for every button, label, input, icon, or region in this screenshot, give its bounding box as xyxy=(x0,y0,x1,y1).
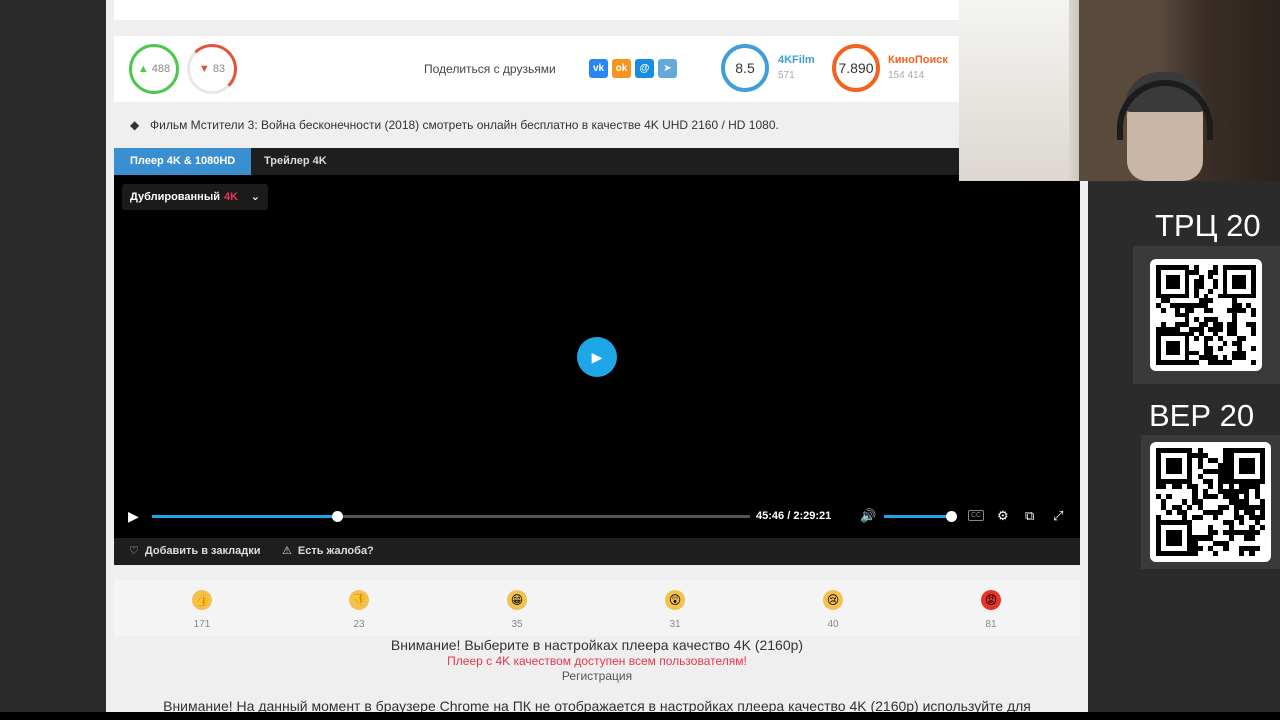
warning-icon: ⚠ xyxy=(282,545,292,557)
video-player[interactable]: Дублированный 4K ⌄ ▶ ▶ 45:46 / 2:29:21 🔊 … xyxy=(114,175,1080,538)
qr-code-2[interactable] xyxy=(1150,442,1271,562)
player-tabs: Плеер 4K & 1080HD Трейлер 4K xyxy=(114,148,1080,175)
share-label: Поделиться с друзьями xyxy=(424,62,556,76)
laughing-face-icon: 😁 xyxy=(507,590,527,610)
play-button[interactable]: ▶ xyxy=(128,508,139,525)
quality-hint: Внимание! Выберите в настройках плеера к… xyxy=(390,637,804,653)
chevron-down-icon: ⌄ xyxy=(250,191,260,203)
reaction-count: 23 xyxy=(353,619,365,630)
ok-share-button[interactable]: ok xyxy=(612,59,631,78)
chrome-warning: Внимание! На данный момент в браузере Ch… xyxy=(163,698,1031,712)
reaction-dislike[interactable]: 👎 23 xyxy=(339,590,379,630)
progress-bar[interactable] xyxy=(152,511,750,522)
reaction-angry[interactable]: 😡 81 xyxy=(971,590,1011,630)
reaction-laugh[interactable]: 😁 35 xyxy=(497,590,537,630)
reaction-sad[interactable]: 😢 40 xyxy=(813,590,853,630)
like-button[interactable]: ▲ 488 xyxy=(129,44,179,94)
qr-code-1[interactable] xyxy=(1150,259,1262,371)
popout-icon[interactable]: ⧉ xyxy=(1025,508,1034,524)
availability-notice: Плеер с 4K качеством доступен всем польз… xyxy=(447,654,747,668)
reaction-shock[interactable]: 😲 31 xyxy=(655,590,695,630)
volume-fill xyxy=(884,515,952,518)
tags-bar: ◆ Фильм Мстители 3: Война бесконечности … xyxy=(114,104,1080,146)
complaint-button[interactable]: ⚠ Есть жалоба? xyxy=(282,538,374,565)
qr-pattern-1 xyxy=(1156,265,1256,365)
heart-icon: ♡ xyxy=(129,545,139,557)
vk-icon: vk xyxy=(592,63,605,74)
captions-icon[interactable]: CC xyxy=(968,510,984,521)
telegram-share-button[interactable]: ➤ xyxy=(658,59,677,78)
dislikes-count: 83 xyxy=(212,63,226,75)
previous-card-edge xyxy=(114,0,1080,20)
sad-face-icon: 😢 xyxy=(823,590,843,610)
page-content: ▲ 488 ▼ 83 Поделиться с друзьями vk ok @… xyxy=(106,0,1088,712)
reactions-bar: 👍 171 👎 23 😁 35 😲 31 😢 40 😡 81 xyxy=(114,580,1080,636)
bookmark-label: Добавить в закладки xyxy=(144,545,261,557)
dub-select[interactable]: Дублированный 4K ⌄ xyxy=(122,184,268,210)
kinopoisk-score-name[interactable]: КиноПоиск xyxy=(888,54,948,66)
duration: 2:29:21 xyxy=(793,510,832,522)
mailru-icon: @ xyxy=(639,63,650,74)
telegram-icon: ➤ xyxy=(663,63,672,74)
time-separator: / xyxy=(787,510,791,522)
complaint-label: Есть жалоба? xyxy=(297,545,374,557)
thumbs-down-icon: 👎 xyxy=(349,590,369,610)
tags-icon: ◆ xyxy=(130,118,140,132)
volume-slider[interactable] xyxy=(884,511,958,522)
settings-gear-icon[interactable]: ⚙ xyxy=(997,508,1009,524)
film-score-circle: 8.5 xyxy=(721,44,769,92)
tags-text: Фильм Мстители 3: Война бесконечности (2… xyxy=(150,118,779,132)
film-score-name[interactable]: 4KFilm xyxy=(778,54,815,66)
kinopoisk-score-votes: 154 414 xyxy=(888,70,925,81)
fullscreen-icon[interactable]: ⤢ xyxy=(1053,508,1063,524)
vk-share-button[interactable]: vk xyxy=(589,59,608,78)
volume-knob[interactable] xyxy=(946,511,958,522)
ratings-bar: ▲ 488 ▼ 83 Поделиться с друзьями vk ok @… xyxy=(114,36,1080,102)
progress-fill xyxy=(152,515,338,518)
reaction-like[interactable]: 👍 171 xyxy=(182,590,222,630)
reaction-count: 31 xyxy=(669,619,681,630)
angry-face-icon: 😡 xyxy=(981,590,1001,610)
dub-label: Дублированный xyxy=(130,191,220,203)
kinopoisk-score-circle: 7.890 xyxy=(832,44,880,92)
current-time: 45:46 xyxy=(756,510,785,522)
reaction-count: 171 xyxy=(193,619,211,630)
likes-count: 488 xyxy=(151,63,171,75)
film-score-votes: 571 xyxy=(778,70,795,81)
qr-title-1: ТРЦ 20 xyxy=(1155,208,1261,243)
volume-icon[interactable]: 🔊 xyxy=(860,508,876,524)
left-gutter xyxy=(0,0,106,720)
reaction-count: 81 xyxy=(985,619,997,630)
dislike-button[interactable]: ▼ 83 xyxy=(187,44,237,94)
tab-trailer-4k[interactable]: Трейлер 4K xyxy=(248,148,343,175)
webcam-window xyxy=(959,0,1069,181)
bookmark-button[interactable]: ♡ Добавить в закладки xyxy=(129,538,260,565)
bottom-bar xyxy=(0,712,1280,720)
time-display: 45:46 / 2:29:21 xyxy=(756,510,831,522)
webcam-overlay xyxy=(959,0,1280,181)
thumbs-down-icon: ▼ xyxy=(198,63,210,75)
odnoklassniki-icon: ok xyxy=(615,63,628,74)
big-play-button[interactable]: ▶ xyxy=(577,337,617,377)
thumbs-up-icon: 👍 xyxy=(192,590,212,610)
mailru-share-button[interactable]: @ xyxy=(635,59,654,78)
reaction-count: 35 xyxy=(511,619,523,630)
reaction-count: 40 xyxy=(827,619,839,630)
progress-knob[interactable] xyxy=(332,511,344,522)
thumbs-up-icon: ▲ xyxy=(137,63,149,75)
dub-quality: 4K xyxy=(223,191,239,203)
qr-pattern-2 xyxy=(1156,448,1265,556)
player-footer: ♡ Добавить в закладки ⚠ Есть жалоба? xyxy=(114,538,1080,565)
play-icon: ▶ xyxy=(591,348,603,365)
tab-player-4k[interactable]: Плеер 4K & 1080HD xyxy=(114,148,252,175)
register-link[interactable]: Регистрация xyxy=(114,669,1080,683)
shocked-face-icon: 😲 xyxy=(665,590,685,610)
qr-title-2: ВЕР 20 xyxy=(1149,398,1255,433)
